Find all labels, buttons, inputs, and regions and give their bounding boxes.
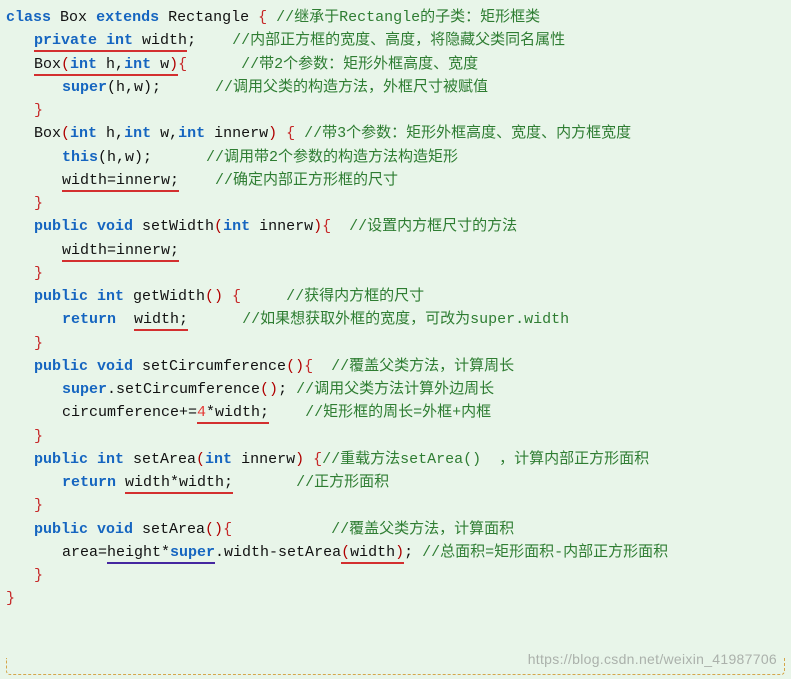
comment: //矩形框的周长=外框+内框 <box>305 404 491 421</box>
code-line: this(h,w); //调用带2个参数的构造方法构造矩形 <box>6 146 791 169</box>
brace-close: } <box>34 195 43 212</box>
kw-public-void: public void <box>34 521 133 538</box>
comment: //覆盖父类方法，计算面积 <box>331 521 514 538</box>
code-line: } <box>6 192 791 215</box>
comment: //获得内方框的尺寸 <box>286 288 424 305</box>
brace-close: } <box>34 497 43 514</box>
kw-return: return <box>62 474 116 491</box>
brace-close: } <box>34 265 43 282</box>
class-name: Box <box>60 9 87 26</box>
code-line: class Box extends Rectangle { //继承于Recta… <box>6 6 791 29</box>
code-line: return width*width; //正方形面积 <box>6 471 791 494</box>
code-line: } <box>6 494 791 517</box>
comment: //正方形面积 <box>296 474 389 491</box>
code-line: public void setCircumference(){ //覆盖父类方法… <box>6 355 791 378</box>
method-name: setArea <box>133 521 205 538</box>
method-name: setArea <box>124 451 196 468</box>
method-name: setWidth <box>133 218 214 235</box>
code-line: super(h,w); //调用父类的构造方法，外框尺寸被赋值 <box>6 76 791 99</box>
brace-close: } <box>34 428 43 445</box>
method-name: getWidth <box>124 288 205 305</box>
kw-extends: extends <box>96 9 159 26</box>
kw-return: return <box>62 311 116 328</box>
brace-close: } <box>34 567 43 584</box>
super-name: Rectangle <box>168 9 249 26</box>
code-line: } <box>6 262 791 285</box>
kw-public-int: public int <box>34 288 124 305</box>
field-width: width <box>142 32 187 49</box>
comment: //设置内方框尺寸的方法 <box>349 218 517 235</box>
code-line: circumference+=4*width; //矩形框的周长=外框+内框 <box>6 401 791 424</box>
code-line: } <box>6 564 791 587</box>
number: 4 <box>197 404 206 421</box>
kw-int: int <box>124 56 151 73</box>
ctor-name: Box <box>34 56 61 73</box>
code-line: } <box>6 332 791 355</box>
comment: //调用父类的构造方法，外框尺寸被赋值 <box>215 79 488 96</box>
kw-super: super <box>170 544 215 561</box>
brace-close: } <box>34 335 43 352</box>
code-line: super.setCircumference(); //调用父类方法计算外边周长 <box>6 378 791 401</box>
comment: //内部正方框的宽度、高度，将隐藏父类同名属性 <box>232 32 565 49</box>
code-line: } <box>6 587 791 610</box>
comment: //调用父类方法计算外边周长 <box>296 381 494 398</box>
comment: //带2个参数：矩形外框高度、宽度 <box>241 56 478 73</box>
kw-class: class <box>6 9 51 26</box>
expr: width*width; <box>125 474 233 491</box>
brace-open: { <box>178 56 187 73</box>
code-line: public int setArea(int innerw) {//重载方法se… <box>6 448 791 471</box>
paren-close: ) <box>268 125 277 142</box>
brace-open: { <box>258 9 267 26</box>
method-name: setCircumference <box>133 358 286 375</box>
code-block: class Box extends Rectangle { //继承于Recta… <box>6 6 791 611</box>
comment: //继承于Rectangle的子类：矩形框类 <box>276 9 540 26</box>
kw-this: this <box>62 149 98 166</box>
expr: width; <box>134 311 188 328</box>
code-line: public void setArea(){ //覆盖父类方法，计算面积 <box>6 518 791 541</box>
paren-open: ( <box>61 125 70 142</box>
comment: //带3个参数：矩形外框高度、宽度、内方框宽度 <box>304 125 631 142</box>
ctor-name: Box <box>34 125 61 142</box>
comment: //覆盖父类方法，计算周长 <box>331 358 514 375</box>
stmt: width=innerw; <box>62 172 179 189</box>
paren-open: ( <box>61 56 70 73</box>
comment: //调用带2个参数的构造方法构造矩形 <box>206 149 458 166</box>
code-line: width=innerw; //确定内部正方形框的尺寸 <box>6 169 791 192</box>
brace-close: } <box>6 590 15 607</box>
kw-public-void: public void <box>34 358 133 375</box>
comment: //重载方法setArea() ，计算内部正方形面积 <box>322 451 649 468</box>
paren-close: ) <box>169 56 178 73</box>
code-line: } <box>6 99 791 122</box>
watermark-text: https://blog.csdn.net/weixin_41987706 <box>528 649 777 671</box>
code-line: return width; //如果想获取外框的宽度，可改为super.widt… <box>6 308 791 331</box>
code-line: public int getWidth() { //获得内方框的尺寸 <box>6 285 791 308</box>
comment: //总面积=矩形面积-内部正方形面积 <box>422 544 668 561</box>
code-line: public void setWidth(int innerw){ //设置内方… <box>6 215 791 238</box>
code-line: } <box>6 425 791 448</box>
code-line: Box(int h,int w){ //带2个参数：矩形外框高度、宽度 <box>6 53 791 76</box>
comment: //确定内部正方形框的尺寸 <box>215 172 398 189</box>
kw-super: super <box>62 381 107 398</box>
code-line: width=innerw; <box>6 239 791 262</box>
code-line: area=height*super.width-setArea(width); … <box>6 541 791 564</box>
kw-public-int: public int <box>34 451 124 468</box>
kw-int: int <box>70 56 97 73</box>
code-line: private int width; //内部正方框的宽度、高度，将隐藏父类同名… <box>6 29 791 52</box>
kw-private-int: private int <box>34 32 133 49</box>
semicolon: ; <box>187 32 196 49</box>
kw-public-void: public void <box>34 218 133 235</box>
kw-super: super <box>62 79 107 96</box>
code-line: Box(int h,int w,int innerw) { //带3个参数：矩形… <box>6 122 791 145</box>
brace-close: } <box>34 102 43 119</box>
comment: //如果想获取外框的宽度，可改为super.width <box>242 311 569 328</box>
stmt: width=innerw; <box>62 242 179 259</box>
